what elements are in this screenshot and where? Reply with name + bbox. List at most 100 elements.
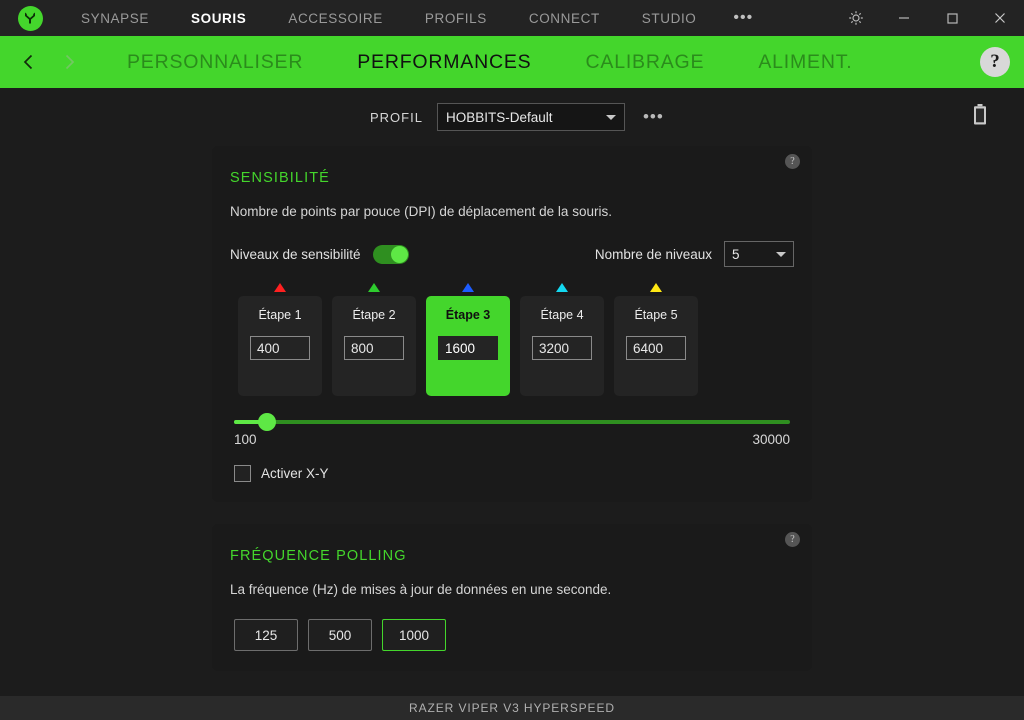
dpi-stage-input[interactable]: [532, 336, 592, 360]
sensitivity-help-icon[interactable]: ?: [785, 154, 800, 169]
gear-icon: [849, 11, 863, 25]
nav-item-synapse[interactable]: SYNAPSE: [60, 11, 170, 26]
slider-thumb[interactable]: [257, 413, 276, 431]
window-controls: [832, 0, 1024, 36]
sensitivity-levels-toggle[interactable]: [372, 244, 409, 264]
dpi-stage-box[interactable]: Étape 3: [426, 296, 510, 396]
levels-count-group: Nombre de niveaux 5: [595, 241, 794, 267]
tab-performances[interactable]: PERFORMANCES: [330, 51, 558, 74]
settings-button[interactable]: [832, 0, 880, 36]
razer-synapse-window: SYNAPSE SOURIS ACCESSOIRE PROFILS CONNEC…: [0, 0, 1024, 720]
dpi-stage-name: Étape 3: [445, 308, 491, 322]
sensitivity-card: ? SENSIBILITÉ Nombre de points par pouce…: [212, 146, 812, 502]
close-icon: [995, 13, 1005, 23]
profile-value: HOBBITS-Default: [445, 109, 553, 125]
forward-button[interactable]: [52, 45, 86, 79]
status-bar: RAZER VIPER V3 HYPERSPEED: [0, 696, 1024, 720]
polling-help-icon[interactable]: ?: [785, 532, 800, 547]
nav-item-accessoire[interactable]: ACCESSOIRE: [267, 11, 404, 26]
page-tabs: PERSONNALISER PERFORMANCES CALIBRAGE ALI…: [100, 51, 880, 74]
dpi-stage-1: Étape 1: [238, 283, 322, 396]
enable-xy-label: Activer X-Y: [261, 466, 329, 481]
polling-card: ? FRÉQUENCE POLLING La fréquence (Hz) de…: [212, 524, 812, 671]
scroll-area[interactable]: ? SENSIBILITÉ Nombre de points par pouce…: [0, 146, 1024, 696]
dpi-stage-4: Étape 4: [520, 283, 604, 396]
dpi-stage-2: Étape 2: [332, 283, 416, 396]
tab-bar: PERSONNALISER PERFORMANCES CALIBRAGE ALI…: [0, 36, 1024, 88]
polling-title: FRÉQUENCE POLLING: [230, 548, 407, 564]
chevron-down-icon: [776, 251, 786, 257]
dpi-stage-input[interactable]: [250, 336, 310, 360]
stage-marker-triangle: [462, 283, 474, 292]
dpi-stage-3: Étape 3: [426, 283, 510, 396]
dpi-stage-5: Étape 5: [614, 283, 698, 396]
sensitivity-toggle-label: Niveaux de sensibilité: [230, 246, 361, 262]
razer-logo[interactable]: [0, 5, 60, 31]
dpi-stage-name: Étape 5: [634, 308, 678, 322]
chevron-right-icon: [65, 54, 75, 70]
enable-xy-checkbox[interactable]: [234, 465, 251, 482]
tab-aliment[interactable]: ALIMENT.: [731, 51, 879, 74]
dpi-stage-name: Étape 1: [258, 308, 302, 322]
slider-labels: 100 30000: [234, 432, 790, 447]
battery-icon: [974, 104, 986, 125]
dpi-stage-name: Étape 2: [352, 308, 396, 322]
levels-count-label: Nombre de niveaux: [594, 246, 712, 262]
dpi-stage-input[interactable]: [626, 336, 686, 360]
nav-item-studio[interactable]: STUDIO: [621, 11, 718, 26]
sensitivity-description: Nombre de points par pouce (DPI) de dépl…: [230, 204, 612, 219]
slider-min-label: 100: [234, 432, 257, 447]
nav-more-icon[interactable]: •••: [717, 10, 769, 26]
nav-item-profils[interactable]: PROFILS: [404, 11, 508, 26]
sensitivity-levels-row: Niveaux de sensibilité Nombre de niveaux…: [230, 241, 794, 267]
nav-item-connect[interactable]: CONNECT: [508, 11, 621, 26]
levels-count-dropdown[interactable]: 5: [724, 241, 794, 267]
polling-option-1000[interactable]: 1000: [382, 619, 446, 651]
battery-button[interactable]: [973, 104, 987, 131]
dpi-stage-box[interactable]: Étape 2: [332, 296, 416, 396]
profile-dropdown[interactable]: HOBBITS-Default: [436, 103, 625, 131]
dpi-stage-input[interactable]: [344, 336, 404, 360]
razer-logo-icon: [17, 5, 43, 31]
razer-snake-glyph: [25, 12, 35, 24]
sensitivity-title: SENSIBILITÉ: [230, 170, 330, 186]
tab-calibrage[interactable]: CALIBRAGE: [559, 51, 732, 74]
polling-option-500[interactable]: 500: [308, 619, 372, 651]
back-button[interactable]: [12, 45, 46, 79]
levels-count-value: 5: [732, 246, 740, 262]
polling-description: La fréquence (Hz) de mises à jour de don…: [230, 582, 612, 597]
toggle-knob: [390, 245, 408, 263]
minimize-button[interactable]: [880, 0, 928, 36]
dpi-stage-input[interactable]: [438, 336, 498, 360]
main-nav: SYNAPSE SOURIS ACCESSOIRE PROFILS CONNEC…: [60, 10, 832, 26]
title-bar: SYNAPSE SOURIS ACCESSOIRE PROFILS CONNEC…: [0, 0, 1024, 36]
dpi-stage-box[interactable]: Étape 5: [614, 296, 698, 396]
device-name: RAZER VIPER V3 HYPERSPEED: [409, 701, 615, 715]
slider-track[interactable]: [234, 420, 790, 424]
xy-row: Activer X-Y: [230, 465, 794, 482]
dpi-stage-box[interactable]: Étape 4: [520, 296, 604, 396]
stage-marker-triangle: [556, 283, 568, 292]
maximize-icon: [947, 13, 958, 24]
chevron-down-icon: [605, 114, 616, 120]
dpi-stage-box[interactable]: Étape 1: [238, 296, 322, 396]
profile-bar: PROFIL HOBBITS-Default •••: [0, 88, 1024, 146]
nav-arrows: [0, 45, 86, 79]
profile-more-icon[interactable]: •••: [643, 108, 664, 125]
stage-marker-triangle: [274, 283, 286, 292]
maximize-button[interactable]: [928, 0, 976, 36]
chevron-left-icon: [23, 54, 33, 70]
slider-max-label: 30000: [752, 432, 790, 447]
dpi-stage-list: Étape 1 Étape 2 Étap: [230, 283, 794, 396]
polling-options: 125 500 1000: [230, 619, 794, 651]
close-button[interactable]: [976, 0, 1024, 36]
stage-marker-triangle: [368, 283, 380, 292]
polling-option-125[interactable]: 125: [234, 619, 298, 651]
dpi-stage-name: Étape 4: [540, 308, 584, 322]
help-button[interactable]: ?: [980, 47, 1010, 77]
dpi-slider[interactable]: 100 30000: [230, 413, 794, 447]
minimize-icon: [899, 17, 909, 19]
nav-item-souris[interactable]: SOURIS: [170, 11, 267, 26]
tab-personnaliser[interactable]: PERSONNALISER: [100, 51, 330, 74]
stage-marker-triangle: [650, 283, 662, 292]
